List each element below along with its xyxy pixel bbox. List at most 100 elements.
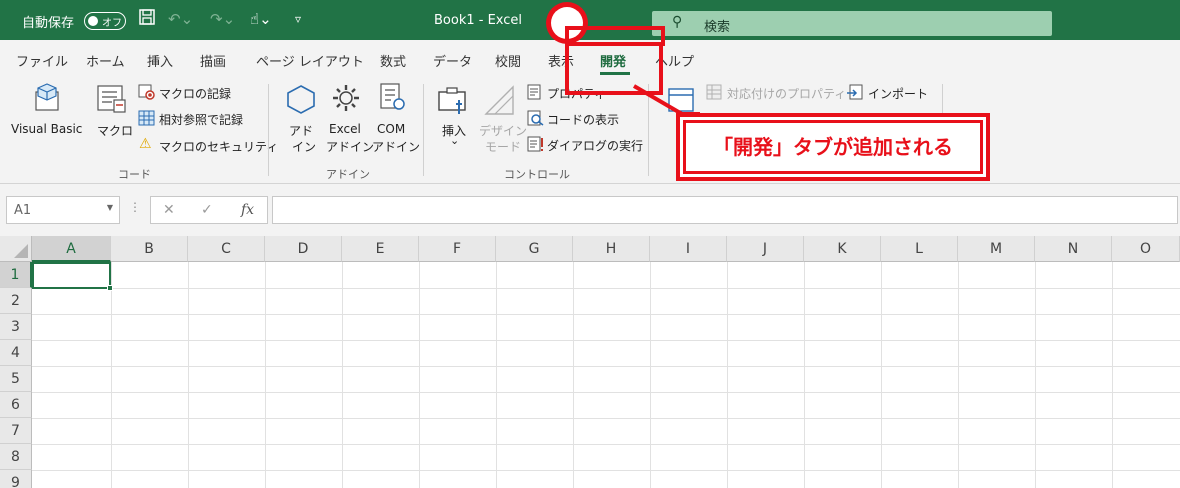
macro-icon (97, 85, 126, 113)
redo-icon[interactable]: ↷⌄ (210, 10, 235, 28)
name-box-dropdown-icon[interactable]: ▼ (107, 203, 113, 212)
column-header[interactable]: F (419, 236, 496, 262)
name-box[interactable]: A1 ▼ (6, 196, 120, 224)
column-header[interactable]: K (804, 236, 881, 262)
insert-function-icon[interactable]: fx (241, 202, 254, 218)
autosave-label: 自動保存 (22, 16, 75, 31)
column-gridline (419, 262, 420, 488)
tab-file[interactable]: ファイル (16, 51, 68, 70)
visual-basic-button[interactable]: Visual Basic (11, 122, 82, 136)
column-header[interactable]: I (650, 236, 727, 262)
row-header[interactable]: 4 (0, 340, 32, 366)
row-header[interactable]: 9 (0, 470, 32, 488)
tab-draw[interactable]: 描画 (200, 51, 226, 70)
addins-button-line2[interactable]: イン (292, 138, 316, 155)
visual-basic-icon (35, 83, 59, 111)
select-all-button[interactable] (0, 236, 32, 262)
column-header[interactable]: L (881, 236, 958, 262)
touch-mode-icon[interactable]: ☝⌄ (250, 10, 272, 28)
column-gridline (1035, 262, 1036, 488)
excel-addins-line1[interactable]: Excel (329, 122, 361, 136)
formula-bar: A1 ▼ ⋮ ✕ ✓ fx (0, 184, 1180, 236)
row-gridline (32, 314, 1180, 315)
macro-button[interactable]: マクロ (97, 122, 133, 139)
tab-review[interactable]: 校閲 (495, 51, 521, 70)
enter-icon[interactable]: ✓ (201, 202, 213, 218)
record-macro-icon (138, 84, 155, 100)
group-separator (423, 84, 424, 176)
row-header[interactable]: 3 (0, 314, 32, 340)
tab-page-layout[interactable]: ページ レイアウト (256, 51, 364, 70)
search-placeholder: 検索 (704, 20, 731, 35)
run-dialog-button[interactable]: ダイアログの実行 (547, 137, 643, 154)
run-dialog-icon (527, 136, 543, 152)
row-header[interactable]: 7 (0, 418, 32, 444)
tab-home[interactable]: ホーム (86, 51, 125, 70)
active-cell-a1[interactable] (32, 262, 113, 291)
customize-qat-icon[interactable]: ▿ (295, 12, 301, 26)
column-header[interactable]: M (958, 236, 1035, 262)
insert-control-caret[interactable]: ⌄ (450, 134, 459, 147)
column-gridline (804, 262, 805, 488)
row-header[interactable]: 5 (0, 366, 32, 392)
tab-formulas[interactable]: 数式 (380, 51, 406, 70)
column-header[interactable]: A (32, 236, 111, 262)
row-gridline (32, 340, 1180, 341)
search-box[interactable]: ⚲ 検索 (652, 11, 1052, 36)
tab-data[interactable]: データ (433, 51, 472, 70)
row-gridline (32, 366, 1180, 367)
excel-addins-line2[interactable]: アドイン (326, 138, 374, 155)
addins-group-label: アドイン (326, 168, 370, 181)
search-icon: ⚲ (672, 14, 683, 30)
column-gridline (727, 262, 728, 488)
import-button[interactable]: インポート (868, 85, 928, 102)
column-header[interactable]: O (1112, 236, 1180, 262)
column-header[interactable]: H (573, 236, 650, 262)
column-header[interactable]: B (111, 236, 188, 262)
row-header[interactable]: 1 (0, 262, 32, 288)
warning-icon: ⚠ (139, 136, 152, 152)
column-gridline (881, 262, 882, 488)
com-addins-line1[interactable]: COM (377, 122, 405, 136)
fill-handle[interactable] (107, 285, 113, 291)
column-gridline (1112, 262, 1113, 488)
callout-text: 「開発」タブが追加される (683, 120, 983, 174)
excel-addins-icon (333, 85, 359, 111)
undo-icon[interactable]: ↶⌄ (168, 10, 193, 28)
controls-group-label: コントロール (504, 168, 570, 181)
map-properties-button[interactable]: 対応付けのプロパティ (727, 85, 846, 102)
column-header[interactable]: D (265, 236, 342, 262)
formula-input[interactable] (272, 196, 1178, 224)
autosave-toggle-state: オフ (102, 18, 122, 29)
column-header[interactable]: G (496, 236, 573, 262)
row-header[interactable]: 6 (0, 392, 32, 418)
row-header[interactable]: 8 (0, 444, 32, 470)
properties-icon (527, 84, 541, 100)
save-icon[interactable] (138, 8, 156, 30)
row-gridline (32, 470, 1180, 471)
row-gridline (32, 288, 1180, 289)
record-macro-button[interactable]: マクロの記録 (159, 85, 231, 102)
row-gridline (32, 418, 1180, 419)
column-header[interactable]: J (727, 236, 804, 262)
com-addins-line2[interactable]: アドイン (372, 138, 420, 155)
row-header[interactable]: 2 (0, 288, 32, 314)
view-code-button[interactable]: コードの表示 (547, 111, 619, 128)
design-mode-line1[interactable]: デザイン (479, 122, 527, 139)
name-box-value: A1 (14, 203, 32, 218)
column-header[interactable]: N (1035, 236, 1112, 262)
addins-button-line1[interactable]: アド (289, 122, 313, 139)
autosave-toggle[interactable]: オフ (84, 12, 126, 30)
column-gridline (188, 262, 189, 488)
column-gridline (496, 262, 497, 488)
import-icon (847, 84, 863, 100)
design-mode-line2[interactable]: モード (485, 138, 521, 155)
macro-security-button[interactable]: マクロのセキュリティ (159, 138, 278, 155)
relative-reference-button[interactable]: 相対参照で記録 (159, 111, 243, 128)
tab-insert[interactable]: 挿入 (147, 51, 173, 70)
worksheet-grid[interactable]: A B C D E F G H I J K L M N O 1 2 3 4 5 … (0, 236, 1180, 488)
cancel-icon[interactable]: ✕ (163, 202, 175, 218)
com-addins-icon (380, 83, 405, 110)
column-header[interactable]: C (188, 236, 265, 262)
column-header[interactable]: E (342, 236, 419, 262)
